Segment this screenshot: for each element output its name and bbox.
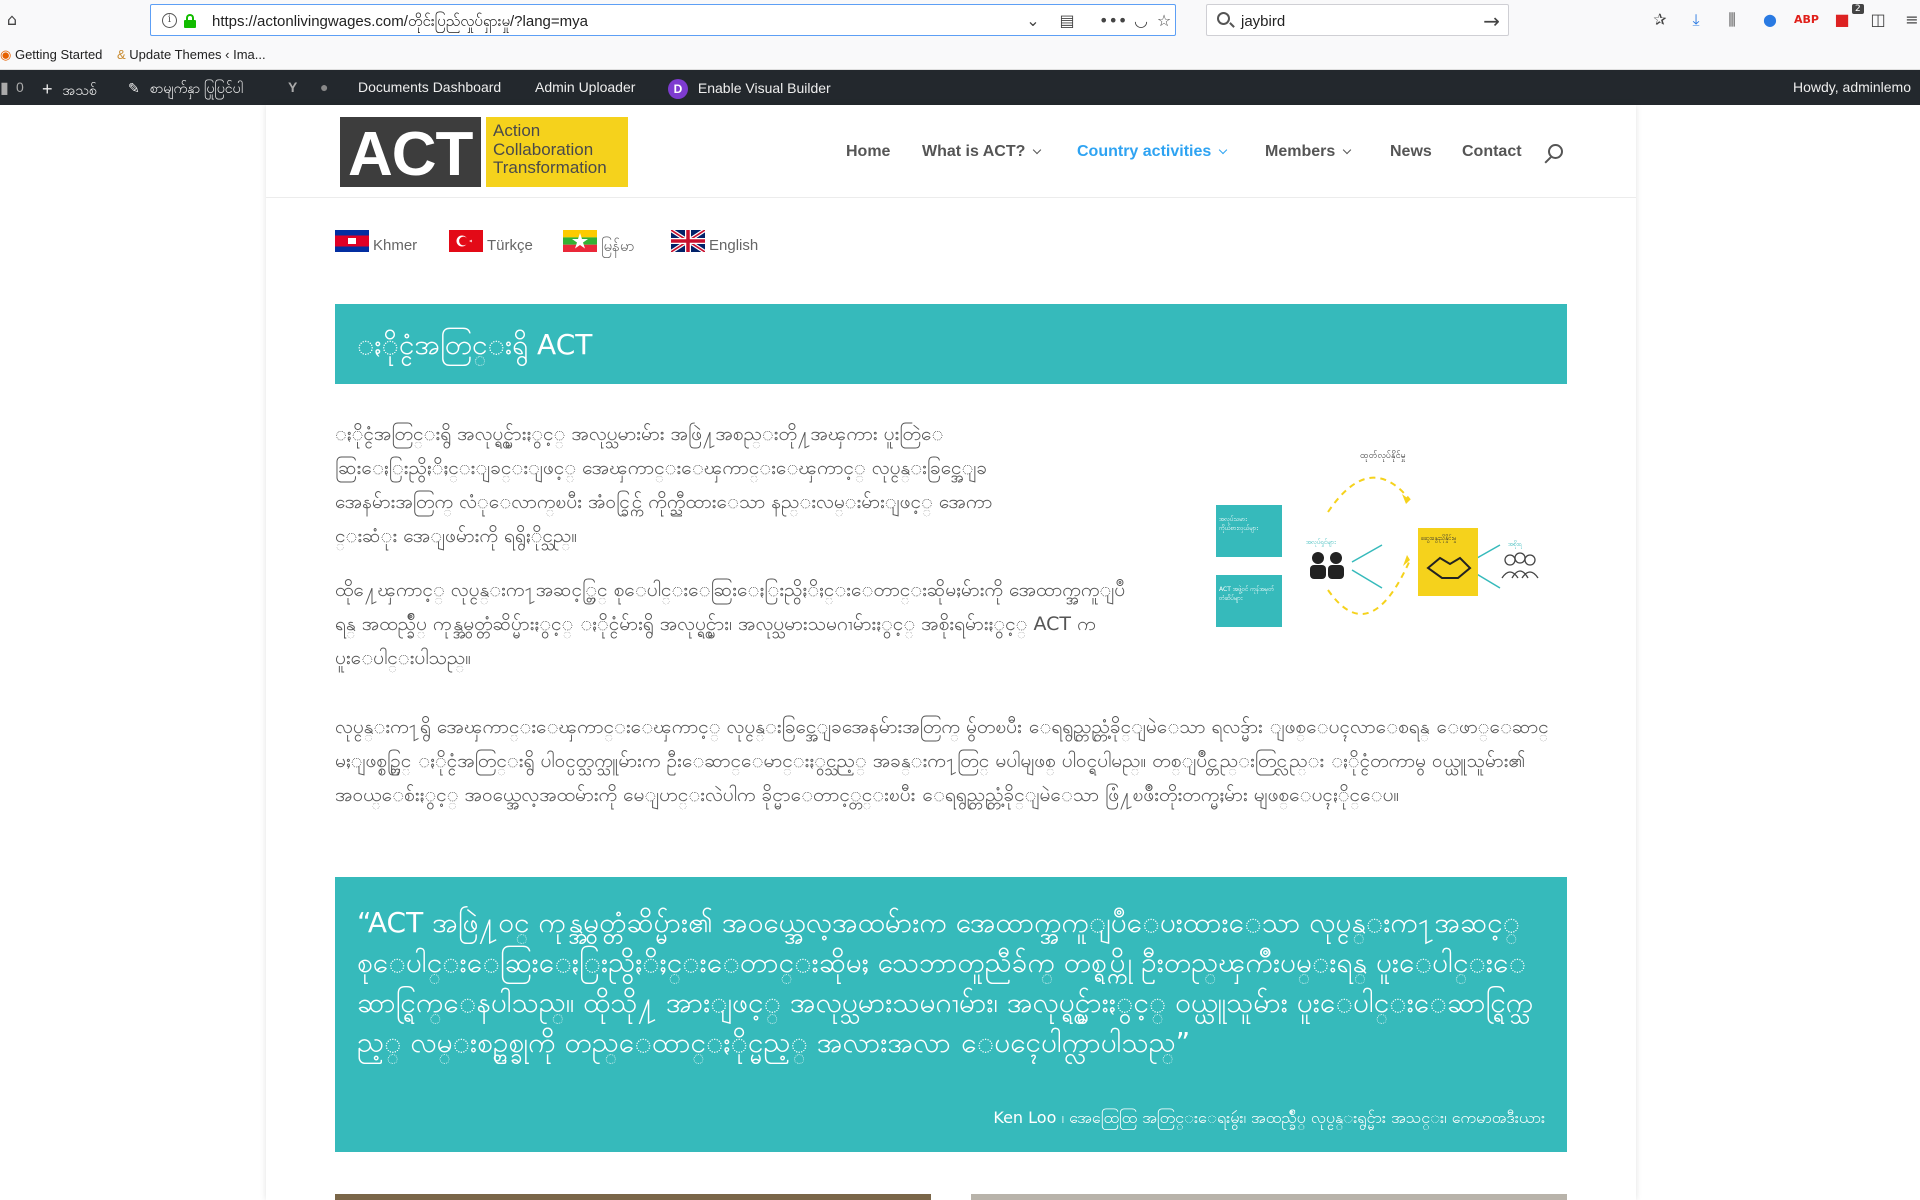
sidebar-icon[interactable]: ◫ [1866, 8, 1890, 32]
documents-dashboard-link[interactable]: Documents Dashboard [358, 79, 501, 95]
site-logo[interactable]: ACT Action Collaboration Transformation [340, 117, 628, 189]
yoast-icon[interactable]: Y [288, 79, 297, 95]
nav-news[interactable]: News [1390, 143, 1432, 161]
act-process-diagram: ထုတ်လုပ်နိုင်မှု အလုပ်သမား ကိုယ်စားလှယ်မ… [1210, 420, 1570, 640]
comments-icon[interactable]: ▮ [0, 78, 9, 97]
chevron-down-icon [1219, 145, 1228, 155]
quote-author: Ken Loo ၊ အေထြေထြ အတြင္းေရးမွဴး၊ အထည္ခ်ဳ… [993, 1108, 1545, 1127]
bookmarks-toolbar: ◉ Getting Started & Update Themes ‹ Ima.… [0, 40, 1920, 70]
search-bar[interactable]: jaybird → [1206, 4, 1509, 36]
quote-text: “ACT အဖြဲ႔၀င္ ကုန္အမွတ္တံဆိပ္မ်ား၏ အ၀ယ္အ… [357, 906, 1534, 1059]
status-dot-icon: ● [320, 79, 329, 95]
pencil-icon: ✎ [128, 80, 140, 96]
chevron-down-icon [1033, 145, 1042, 155]
chevron-down-icon [1343, 145, 1352, 155]
logo-dark-block: ACT [340, 117, 481, 189]
nav-country-activities[interactable]: Country activities [1077, 143, 1228, 161]
intro-paragraph-2: ထို႔ေၾကာင့္ လုပ္ငန္းက႑အဆင့္တြင္ စုေပါင္း… [335, 579, 1126, 669]
logo-yellow-block: Action Collaboration Transformation [486, 117, 628, 187]
plus-icon: + [42, 79, 53, 99]
visual-builder-link[interactable]: D Enable Visual Builder [668, 79, 831, 99]
uk-flag-icon [671, 230, 705, 252]
extension-icon[interactable]: ■ [1830, 8, 1854, 32]
ghost-extension-icon[interactable]: ● [1758, 8, 1782, 32]
wp-admin-bar: ▮ 0 + အသစ် ✎ စာမျက်နှာ ပြုပြင်ပါ Y ● Doc… [0, 70, 1920, 105]
info-icon[interactable]: i [162, 13, 177, 28]
quote-box: “ACT အဖြဲ႔၀င္ ကုန္အမွတ္တံဆိပ္မ်ား၏ အ၀ယ္အ… [335, 877, 1567, 1152]
url-bar[interactable]: i https://actonlivingwages.com/တိုင်းပြည… [150, 4, 1176, 36]
chevron-down-icon[interactable]: ⌄ [1023, 11, 1043, 31]
screenshot-icon[interactable]: ✰ [1648, 8, 1672, 32]
news-thumbnail-2[interactable] [971, 1194, 1567, 1200]
search-input[interactable]: jaybird [1241, 13, 1285, 30]
firefox-icon: ◉ [0, 47, 12, 62]
myanmar-flag-icon [563, 230, 597, 252]
intro-paragraph-1: ႏိုင္ငံအတြင္းရွိ အလုပ္ရွင္မ်ားႏွင့္ အလုပ… [335, 423, 993, 547]
nav-home[interactable]: Home [846, 143, 890, 161]
bookmark-star-icon[interactable]: ☆ [1154, 11, 1174, 31]
workers-icon [1310, 552, 1344, 579]
intro-paragraph-3: လုပ္ငန္းက႑ရွိ အေၾကာင္းေၾကာင္းေၾကာင့္ လုပ… [335, 716, 1549, 806]
page-container: ACT Action Collaboration Transformation … [266, 105, 1636, 1200]
library-icon[interactable]: ⫼ [1720, 8, 1744, 32]
cambodia-flag-icon [335, 230, 369, 252]
turkey-flag-icon [449, 230, 483, 252]
search-icon[interactable] [1548, 144, 1563, 159]
diagram-center-label: ဆွေးနွေးညှိနှိုင်းမှု [1421, 535, 1457, 542]
group-outline-icon [1501, 552, 1539, 579]
adblock-icon[interactable]: ABP [1794, 8, 1819, 32]
search-icon [1217, 12, 1230, 25]
reader-view-icon[interactable]: ▤ [1057, 11, 1077, 31]
nav-members[interactable]: Members [1265, 143, 1352, 161]
diagram-box1-label: အလုပ်သမား ကိုယ်စားလှယ်များ [1219, 516, 1258, 532]
comment-count[interactable]: 0 [16, 79, 24, 95]
pocket-icon[interactable]: ◡ [1131, 11, 1151, 31]
page-title: ႏိုင္ငံအတြင္းရွိ ACT [357, 328, 593, 361]
admin-uploader-link[interactable]: Admin Uploader [535, 79, 635, 95]
menu-icon[interactable]: ≡ [1900, 8, 1920, 32]
news-thumbnail-1[interactable] [335, 1194, 931, 1200]
nav-what-is-act[interactable]: What is ACT? [922, 143, 1042, 161]
diagram-box2-label: ACT အဖွဲ့ဝင် ကုန်အမှတ်တံဆိပ်များ [1219, 586, 1275, 602]
arrow-right-icon[interactable]: → [1483, 9, 1500, 33]
wordpress-icon: & [117, 47, 126, 62]
divi-icon: D [668, 79, 688, 99]
section-title-bar: ႏိုင္ငံအတြင္းရွိ ACT [335, 304, 1567, 384]
more-icon[interactable]: ••• [1099, 11, 1127, 31]
howdy-user[interactable]: Howdy, adminlemo [1793, 79, 1911, 95]
diagram-heading: ထုတ်လုပ်နိုင်မှု [1360, 451, 1406, 461]
diagram-group-label: အစိုးရ [1508, 541, 1522, 548]
diagram-workers-label: အလုပ်ရှင်များ [1306, 539, 1336, 546]
home-icon[interactable]: ⌂ [0, 8, 24, 32]
site-header: ACT Action Collaboration Transformation … [266, 105, 1636, 198]
bookmark-getting-started[interactable]: ◉ Getting Started [0, 47, 102, 63]
browser-toolbar: ⌂ i https://actonlivingwages.com/တိုင်းပ… [0, 0, 1920, 40]
download-icon[interactable]: ⤓ [1684, 8, 1708, 32]
url-text[interactable]: https://actonlivingwages.com/တိုင်းပြည်လ… [212, 12, 588, 34]
extension-badge: 2 [1852, 4, 1864, 14]
lock-icon [184, 14, 196, 28]
edit-page-button[interactable]: ✎ စာမျက်နှာ ပြုပြင်ပါ [128, 79, 243, 100]
nav-contact[interactable]: Contact [1462, 143, 1522, 161]
new-content-button[interactable]: + အသစ် [42, 79, 97, 102]
bookmark-update-themes[interactable]: & Update Themes ‹ Ima... [117, 47, 266, 62]
